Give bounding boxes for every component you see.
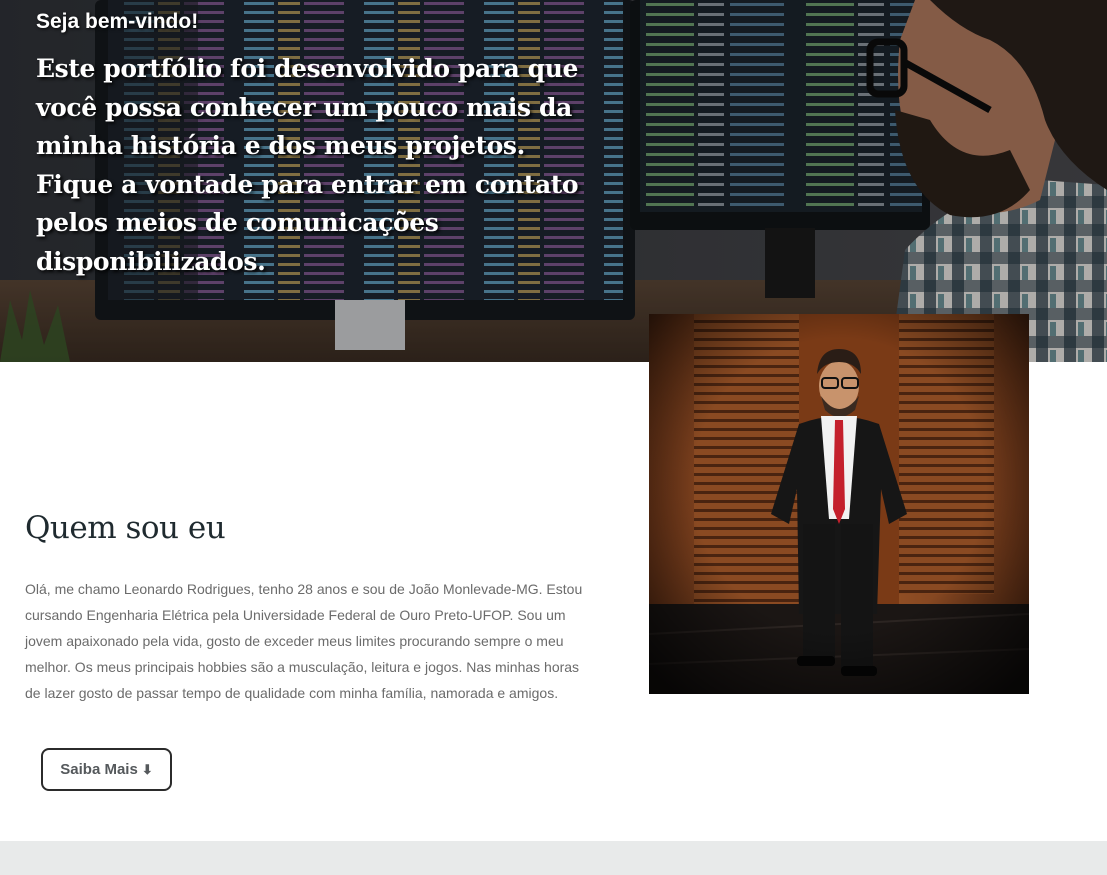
about-description: Olá, me chamo Leonardo Rodrigues, tenho … xyxy=(25,581,583,701)
saiba-mais-label: Saiba Mais xyxy=(60,761,138,778)
about-title: Quem sou eu xyxy=(25,510,226,546)
page: Seja bem-vindo! Este portfólio foi desen… xyxy=(0,0,1107,875)
hero-intro-text: Este portfólio foi desenvolvido para que… xyxy=(36,54,579,276)
down-arrow-icon: ⬇︎ xyxy=(141,761,153,777)
next-section-band xyxy=(0,841,1107,875)
hero-banner: Seja bem-vindo! Este portfólio foi desen… xyxy=(0,0,1107,362)
profile-photo xyxy=(649,314,1029,694)
hero-greeting: Seja bem-vindo! xyxy=(36,10,199,33)
saiba-mais-button[interactable]: Saiba Mais ⬇︎ xyxy=(41,748,172,791)
